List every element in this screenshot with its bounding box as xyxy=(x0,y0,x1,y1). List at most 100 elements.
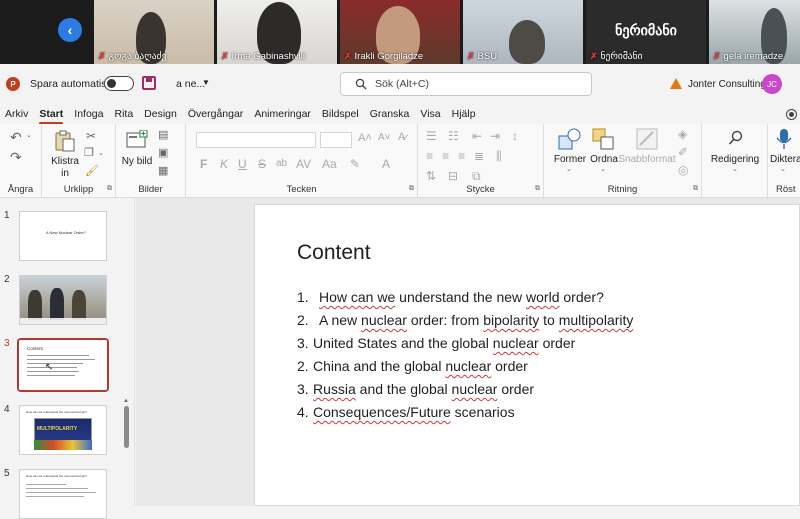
video-tile[interactable]: ✗ gela iremadze xyxy=(709,0,800,64)
content-list-item[interactable]: 3. United States and the global nuclear o… xyxy=(297,335,575,351)
video-tile[interactable]: ✗ Irma Gabinashvili xyxy=(217,0,337,64)
numbering-icon[interactable]: ☷ xyxy=(448,130,459,142)
content-list-item[interactable]: 1. How can we understand the new world or… xyxy=(297,289,604,305)
scrollbar-thumb[interactable] xyxy=(124,406,129,448)
char-spacing-icon[interactable]: AV xyxy=(296,158,311,170)
content-list-item[interactable]: 4. Consequences/Future scenarios xyxy=(297,404,515,420)
justify-icon[interactable]: ≣ xyxy=(474,150,484,162)
tab-start[interactable]: Start xyxy=(39,105,63,125)
slide-thumbnail-selected[interactable]: Content ↖ xyxy=(17,338,109,392)
reset-icon[interactable]: ▣ xyxy=(158,148,168,159)
shrink-font-icon[interactable]: A˅ xyxy=(378,133,391,143)
slide-title[interactable]: Content xyxy=(297,241,371,265)
tab-infoga[interactable]: Infoga xyxy=(74,105,103,123)
slide-thumbnail[interactable]: How can we understand the new world orde… xyxy=(19,405,107,455)
quick-styles-button[interactable]: Snabbformat xyxy=(618,154,676,166)
arrange-icon[interactable] xyxy=(592,128,616,150)
save-icon[interactable] xyxy=(142,76,156,90)
spacing-button[interactable]: ab xyxy=(276,159,287,169)
underline-button[interactable]: U xyxy=(238,158,247,170)
align-center-icon[interactable]: ≡ xyxy=(442,150,449,162)
increase-indent-icon[interactable]: ⇥ xyxy=(490,130,500,142)
dictate-button[interactable]: Diktera xyxy=(770,154,800,166)
autosave-toggle[interactable] xyxy=(104,76,134,91)
tab-rita[interactable]: Rita xyxy=(114,105,133,123)
tab-granska[interactable]: Granska xyxy=(370,105,410,123)
video-tile[interactable]: ✗ Irakli Gorgiladze xyxy=(340,0,460,64)
tab-visa[interactable]: Visa xyxy=(420,105,440,123)
scroll-up-icon[interactable]: ▲ xyxy=(123,398,129,404)
record-icon[interactable] xyxy=(786,109,797,120)
slide-canvas[interactable]: Content 1. How can we understand the new … xyxy=(254,204,800,506)
align-text-icon[interactable]: ⊟ xyxy=(448,170,458,182)
italic-button[interactable]: K xyxy=(220,158,228,170)
warning-icon[interactable] xyxy=(670,78,682,89)
new-slide-button[interactable]: Ny bild xyxy=(120,156,154,168)
paste-icon[interactable] xyxy=(54,130,76,152)
clear-format-icon[interactable]: A̷ xyxy=(398,132,405,143)
tab-animeringar[interactable]: Animeringar xyxy=(254,105,311,123)
section-icon[interactable]: ▦ xyxy=(158,166,168,177)
quick-styles-icon[interactable] xyxy=(636,128,658,150)
back-arrow-icon[interactable]: ‹ xyxy=(58,18,82,42)
video-tile[interactable]: ✗ BSU xyxy=(463,0,583,64)
shape-fill-icon[interactable]: ◈ xyxy=(678,128,687,140)
decrease-indent-icon[interactable]: ⇤ xyxy=(472,130,482,142)
shapes-icon[interactable] xyxy=(558,128,582,150)
tab-design[interactable]: Design xyxy=(144,105,177,123)
strikethrough-button[interactable]: S xyxy=(258,158,266,170)
dialog-launcher-icon[interactable]: ⧉ xyxy=(409,185,414,193)
new-slide-icon[interactable] xyxy=(126,130,148,150)
video-tile[interactable]: ნერიმანი ✗ ნერიმანი xyxy=(586,0,706,64)
chevron-down-icon[interactable]: ⌄ xyxy=(98,150,104,157)
align-right-icon[interactable]: ≡ xyxy=(458,150,465,162)
font-size-select[interactable] xyxy=(320,132,352,148)
slide-thumbnail[interactable]: How can we understand the new world orde… xyxy=(19,469,107,519)
video-tile[interactable]: ✗ გოგა ბაღაძე xyxy=(94,0,214,64)
cut-icon[interactable]: ✂ xyxy=(86,130,96,142)
grow-font-icon[interactable]: A˄ xyxy=(358,133,372,144)
content-list-item[interactable]: 3. Russia and the global nuclear order xyxy=(297,381,534,397)
document-name[interactable]: a ne... xyxy=(176,78,205,90)
dialog-launcher-icon[interactable]: ⧉ xyxy=(107,185,112,193)
tab-arkiv[interactable]: Arkiv xyxy=(5,105,28,123)
dialog-launcher-icon[interactable]: ⧉ xyxy=(535,185,540,193)
columns-icon[interactable]: ⫼ xyxy=(496,150,502,162)
editing-button[interactable]: Redigering xyxy=(704,154,766,166)
avatar[interactable]: JC xyxy=(762,74,782,94)
shape-outline-icon[interactable]: ✐ xyxy=(678,146,688,158)
bold-button[interactable]: F xyxy=(200,158,207,170)
shape-effects-icon[interactable]: ◎ xyxy=(678,164,688,176)
undo-icon[interactable]: ↶ xyxy=(10,130,22,144)
smartart-icon[interactable]: ⧉ xyxy=(472,170,481,182)
line-spacing-icon[interactable]: ↕ xyxy=(512,130,518,142)
align-left-icon[interactable]: ≡ xyxy=(426,150,433,162)
bullets-icon[interactable]: ☰ xyxy=(426,130,437,142)
tab-bildspel[interactable]: Bildspel xyxy=(322,105,359,123)
copy-icon[interactable]: ❐ xyxy=(84,148,94,159)
change-case-icon[interactable]: Aa xyxy=(322,158,337,170)
font-color-icon[interactable]: A xyxy=(382,158,390,170)
microphone-icon[interactable] xyxy=(776,128,792,150)
paste-button[interactable]: Klistra in xyxy=(48,156,82,179)
chevron-down-icon[interactable]: ⌄ xyxy=(26,132,32,139)
slide-thumbnail[interactable] xyxy=(19,275,107,325)
tab-hjalp[interactable]: Hjälp xyxy=(452,105,476,123)
text-direction-icon[interactable]: ⇅ xyxy=(426,170,436,182)
font-family-select[interactable] xyxy=(196,132,316,148)
content-list-item[interactable]: 2. China and the global nuclear order xyxy=(297,358,528,374)
chevron-down-icon[interactable]: ⌄ xyxy=(732,166,738,173)
redo-icon[interactable]: ↷ xyxy=(10,150,22,164)
search-box[interactable]: Sök (Alt+C) xyxy=(340,72,592,96)
highlight-icon[interactable]: ✎ xyxy=(350,158,360,170)
layout-icon[interactable]: ▤ xyxy=(158,130,168,141)
content-list-item[interactable]: 2. A new nuclear order: from bipolarity t… xyxy=(297,312,633,328)
chevron-down-icon[interactable]: ⌄ xyxy=(566,166,572,173)
format-painter-icon[interactable]: 🖌 xyxy=(85,166,99,177)
chevron-down-icon[interactable]: ⌄ xyxy=(780,166,786,173)
search-icon[interactable] xyxy=(728,130,744,146)
chevron-down-icon[interactable]: ▼ xyxy=(202,78,210,87)
tab-overgangar[interactable]: Övergångar xyxy=(188,105,243,123)
dialog-launcher-icon[interactable]: ⧉ xyxy=(693,185,698,193)
slide-thumbnail[interactable]: A New Nuclear Order? xyxy=(19,211,107,261)
